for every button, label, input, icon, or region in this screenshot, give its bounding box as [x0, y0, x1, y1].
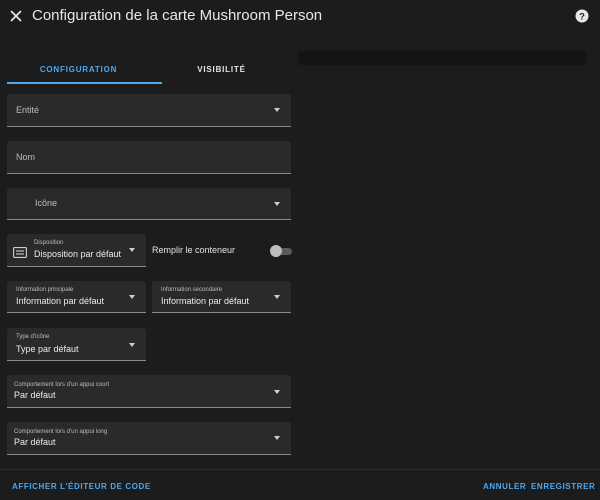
- card-config-dialog: Configuration de la carte Mushroom Perso…: [0, 0, 600, 500]
- icon-type-select[interactable]: Type d'icône Type par défaut: [7, 328, 146, 361]
- name-field[interactable]: Nom: [7, 141, 291, 174]
- chevron-down-icon: [274, 390, 280, 394]
- primary-info-select[interactable]: Information principale Information par d…: [7, 281, 146, 313]
- layout-label: Disposition: [34, 240, 64, 246]
- name-label: Nom: [16, 152, 36, 162]
- secondary-info-select[interactable]: Information secondaire Information par d…: [152, 281, 291, 313]
- tab-visibility[interactable]: VISIBILITÉ: [150, 56, 293, 84]
- entity-label: Entité: [16, 105, 40, 115]
- icon-label: Icône: [35, 198, 58, 208]
- chevron-down-icon: [129, 248, 135, 252]
- card-preview: [298, 51, 586, 65]
- fill-container-toggle[interactable]: [270, 245, 292, 257]
- save-button[interactable]: ENREGISTRER: [531, 482, 595, 491]
- icon-picker[interactable]: Icône: [7, 188, 291, 220]
- cancel-button[interactable]: ANNULER: [483, 482, 526, 491]
- show-code-editor-button[interactable]: AFFICHER L'ÉDITEUR DE CODE: [12, 482, 151, 491]
- hold-action-value: Par défaut: [14, 437, 56, 447]
- layout-select[interactable]: Disposition Disposition par défaut: [7, 234, 146, 267]
- hold-action-select[interactable]: Comportement lors d'un appui long Par dé…: [7, 422, 291, 455]
- help-icon[interactable]: ?: [574, 8, 590, 24]
- tab-active-indicator: [7, 82, 162, 84]
- svg-text:?: ?: [579, 11, 585, 22]
- chevron-down-icon: [274, 202, 280, 206]
- toggle-thumb: [270, 245, 282, 257]
- chevron-down-icon: [274, 108, 280, 112]
- tab-configuration[interactable]: CONFIGURATION: [7, 56, 150, 84]
- hold-action-label: Comportement lors d'un appui long: [14, 429, 108, 435]
- chevron-down-icon: [129, 343, 135, 347]
- tap-action-label: Comportement lors d'un appui court: [14, 382, 110, 388]
- chevron-down-icon: [129, 295, 135, 299]
- icon-type-label: Type d'icône: [16, 334, 50, 340]
- dialog-title: Configuration de la carte Mushroom Perso…: [32, 7, 323, 24]
- primary-info-label: Information principale: [16, 287, 74, 293]
- icon-type-value: Type par défaut: [16, 344, 79, 354]
- close-icon[interactable]: [6, 6, 26, 26]
- chevron-down-icon: [274, 436, 280, 440]
- entity-select[interactable]: Entité: [7, 94, 291, 127]
- tap-action-value: Par défaut: [14, 390, 56, 400]
- tab-bar: CONFIGURATION VISIBILITÉ: [7, 56, 293, 84]
- fill-container-label: Remplir le conteneur: [152, 245, 236, 255]
- secondary-info-label: Information secondaire: [161, 287, 223, 293]
- tap-action-select[interactable]: Comportement lors d'un appui court Par d…: [7, 375, 291, 408]
- layout-icon: [13, 245, 27, 258]
- footer-divider: [0, 469, 600, 470]
- secondary-info-value: Information par défaut: [161, 296, 250, 306]
- dialog-header: Configuration de la carte Mushroom Perso…: [0, 0, 600, 36]
- layout-value: Disposition par défaut: [34, 249, 122, 259]
- primary-info-value: Information par défaut: [16, 296, 105, 306]
- chevron-down-icon: [274, 295, 280, 299]
